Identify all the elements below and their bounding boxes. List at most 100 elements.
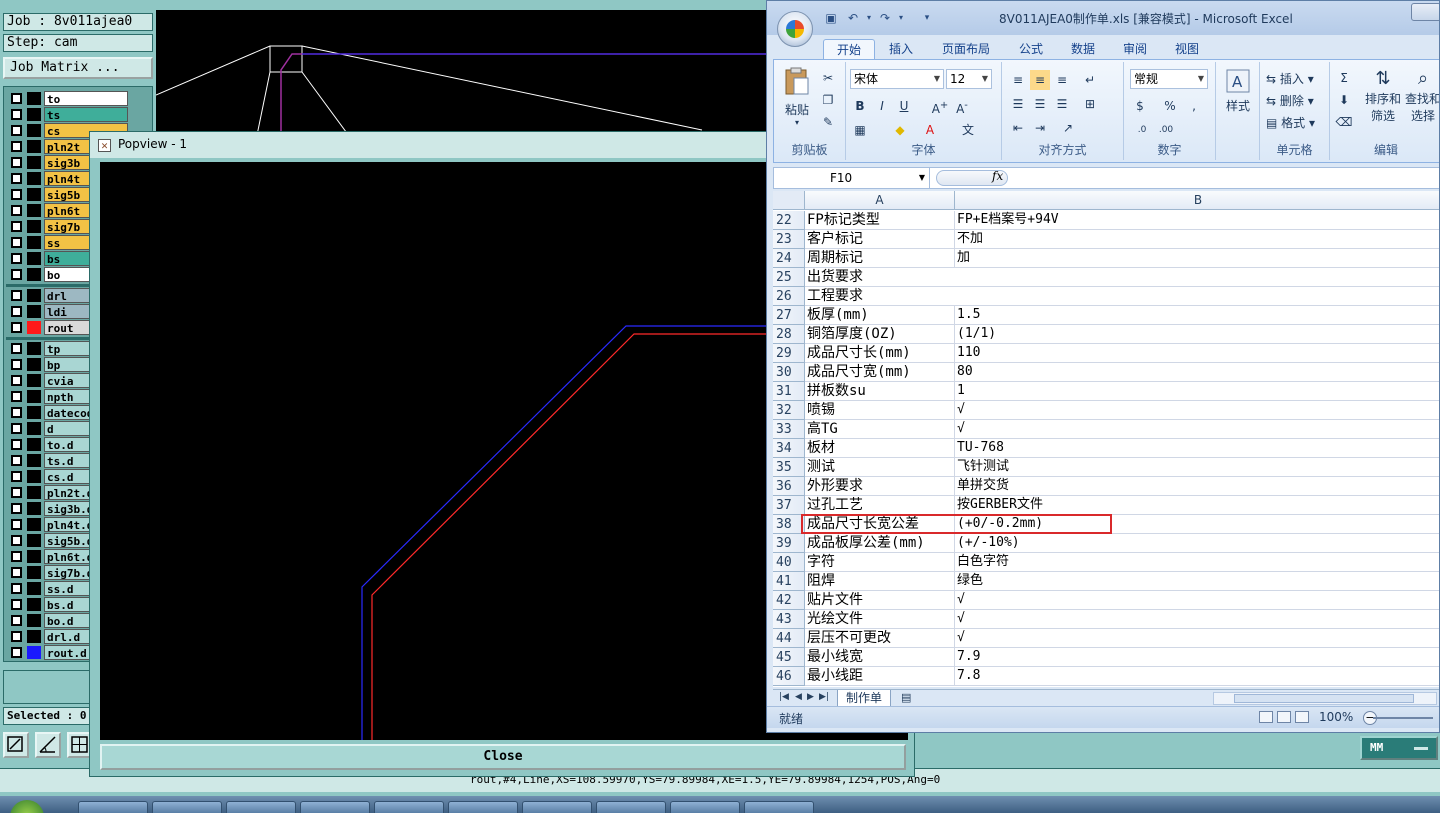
cell-b[interactable]: (1/1) xyxy=(955,325,1439,344)
shrink-font-icon[interactable]: A- xyxy=(952,96,972,116)
layer-name[interactable]: ts xyxy=(44,107,128,122)
cell-b[interactable]: (+/-10%) xyxy=(955,534,1439,553)
cell-a[interactable]: 拼板数su xyxy=(805,382,955,401)
italic-icon[interactable]: I xyxy=(872,96,892,116)
layer-color-swatch[interactable] xyxy=(27,92,41,105)
layer-color-swatch[interactable] xyxy=(27,305,41,318)
row-header[interactable]: 22 xyxy=(773,211,805,230)
layer-color-swatch[interactable] xyxy=(27,156,41,169)
layer-checkbox[interactable] xyxy=(11,290,22,301)
cell-b[interactable]: √ xyxy=(955,610,1439,629)
layer-checkbox[interactable] xyxy=(11,631,22,642)
layer-checkbox[interactable] xyxy=(11,322,22,333)
page-layout-view-icon[interactable] xyxy=(1277,711,1291,723)
row-header[interactable]: 45 xyxy=(773,648,805,667)
taskbar-button[interactable] xyxy=(596,801,666,813)
cell-a[interactable]: 客户标记 xyxy=(805,230,955,249)
cell-b[interactable]: √ xyxy=(955,401,1439,420)
office-button[interactable] xyxy=(777,11,813,47)
cell-a[interactable]: 外形要求 xyxy=(805,477,955,496)
column-header-b[interactable]: B xyxy=(955,191,1439,210)
layer-color-swatch[interactable] xyxy=(27,252,41,265)
cell-a[interactable]: 铜箔厚度(OZ) xyxy=(805,325,955,344)
row-header[interactable]: 40 xyxy=(773,553,805,572)
layer-color-swatch[interactable] xyxy=(27,534,41,547)
taskbar-button[interactable] xyxy=(374,801,444,813)
layer-color-swatch[interactable] xyxy=(27,204,41,217)
layer-name[interactable]: to xyxy=(44,91,128,106)
cell-a[interactable]: 出货要求 xyxy=(805,268,955,287)
cell-a[interactable]: 最小线距 xyxy=(805,667,955,686)
layer-checkbox[interactable] xyxy=(11,359,22,370)
cell-a[interactable]: 板厚(mm) xyxy=(805,306,955,325)
cell-b[interactable]: TU-768 xyxy=(955,439,1439,458)
layer-color-swatch[interactable] xyxy=(27,124,41,137)
row-header[interactable]: 34 xyxy=(773,439,805,458)
layer-color-swatch[interactable] xyxy=(27,374,41,387)
layer-checkbox[interactable] xyxy=(11,615,22,626)
redo-icon[interactable]: ↷ xyxy=(877,10,893,26)
increase-indent-icon[interactable]: ⇥ xyxy=(1030,118,1050,138)
layer-color-swatch[interactable] xyxy=(27,630,41,643)
cell-b[interactable]: 80 xyxy=(955,363,1439,382)
layer-color-swatch[interactable] xyxy=(27,321,41,334)
format-painter-icon[interactable]: ✎ xyxy=(818,112,838,132)
layer-color-swatch[interactable] xyxy=(27,140,41,153)
cell-b[interactable]: √ xyxy=(955,629,1439,648)
fill-color-icon[interactable]: ◆ xyxy=(890,120,910,140)
taskbar-button[interactable] xyxy=(78,801,148,813)
cell-b[interactable]: 110 xyxy=(955,344,1439,363)
scroll-thumb[interactable] xyxy=(1234,694,1414,703)
cell-a[interactable]: 工程要求 xyxy=(805,287,955,306)
layer-color-swatch[interactable] xyxy=(27,454,41,467)
number-format-select[interactable]: 常规 ▼ xyxy=(1130,69,1208,89)
layer-checkbox[interactable] xyxy=(11,109,22,120)
row-header[interactable]: 23 xyxy=(773,230,805,249)
units-select[interactable]: MM xyxy=(1360,736,1438,760)
phonetic-icon[interactable]: 文 xyxy=(958,120,978,140)
font-size-select[interactable]: 12 ▼ xyxy=(946,69,992,89)
cell-a[interactable]: 字符 xyxy=(805,553,955,572)
row-header[interactable]: 41 xyxy=(773,572,805,591)
layer-checkbox[interactable] xyxy=(11,567,22,578)
comma-icon[interactable]: , xyxy=(1184,96,1204,116)
layer-checkbox[interactable] xyxy=(11,391,22,402)
fill-icon[interactable]: ⬇ xyxy=(1334,90,1354,110)
layer-color-swatch[interactable] xyxy=(27,406,41,419)
layer-checkbox[interactable] xyxy=(11,306,22,317)
row-header[interactable]: 42 xyxy=(773,591,805,610)
cam-graphic-canvas[interactable] xyxy=(155,10,768,141)
first-sheet-icon[interactable]: |◀ xyxy=(779,692,789,702)
close-button[interactable]: Close xyxy=(100,744,906,770)
zoom-level[interactable]: 100% xyxy=(1319,710,1353,724)
cell-a[interactable]: 周期标记 xyxy=(805,249,955,268)
layer-row[interactable]: ts xyxy=(6,107,152,122)
font-name-select[interactable]: 宋体 ▼ xyxy=(850,69,944,89)
layer-checkbox[interactable] xyxy=(11,647,22,658)
undo-dropdown-icon[interactable]: ▾ xyxy=(861,10,877,26)
worksheet-grid[interactable]: A B 22 FP标记类型 FP+E档案号+94V 23 客户标记 不加 24 周期标记加 25… xyxy=(773,191,1439,687)
layer-color-swatch[interactable] xyxy=(27,289,41,302)
ribbon-tab[interactable]: 视图 xyxy=(1161,39,1213,59)
normal-view-icon[interactable] xyxy=(1259,711,1273,723)
cell-b[interactable] xyxy=(955,268,1439,287)
cell-b[interactable]: √ xyxy=(955,420,1439,439)
layer-checkbox[interactable] xyxy=(11,599,22,610)
copy-icon[interactable]: ❐ xyxy=(818,90,838,110)
layer-checkbox[interactable] xyxy=(11,237,22,248)
layer-checkbox[interactable] xyxy=(11,519,22,530)
layer-checkbox[interactable] xyxy=(11,125,22,136)
layer-checkbox[interactable] xyxy=(11,407,22,418)
excel-titlebar[interactable]: ▣ ↶ ▾ ↷ ▾ ▾ 8V011AJEA0制作单.xls [兼容模式] - M… xyxy=(767,1,1439,35)
cell-a[interactable]: 贴片文件 xyxy=(805,591,955,610)
row-header[interactable]: 43 xyxy=(773,610,805,629)
cell-b[interactable]: 1 xyxy=(955,382,1439,401)
cell-a[interactable]: 成品板厚公差(mm) xyxy=(805,534,955,553)
layer-checkbox[interactable] xyxy=(11,423,22,434)
insert-function-icon[interactable]: fx xyxy=(992,169,1003,183)
taskbar-button[interactable] xyxy=(226,801,296,813)
autosum-icon[interactable]: Σ xyxy=(1334,68,1354,88)
row-header[interactable]: 27 xyxy=(773,306,805,325)
row-header[interactable]: 26 xyxy=(773,287,805,306)
find-select-button[interactable]: ⌕ 查找和 选择 xyxy=(1404,68,1439,124)
